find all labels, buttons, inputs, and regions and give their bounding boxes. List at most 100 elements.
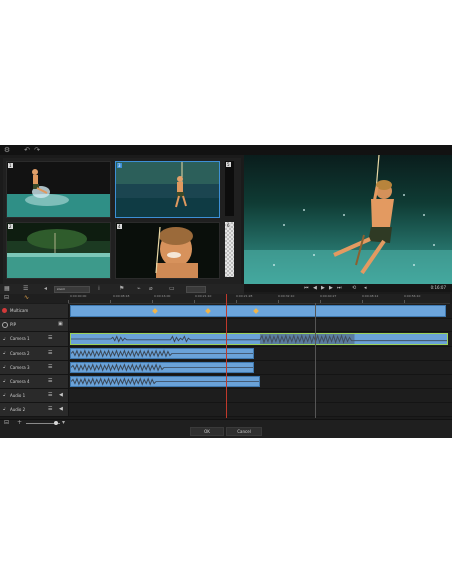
track-audio-2-header: 🔓︎ Audio 2 ☰ ◀ <box>0 403 69 416</box>
track-menu-icon[interactable]: ☰ <box>48 393 55 398</box>
lock-icon[interactable]: 🔓︎ <box>3 337 7 341</box>
track-multicam-name: Multicam <box>10 308 29 313</box>
switch-marker[interactable] <box>152 308 158 314</box>
camera-1-preview[interactable]: 1 <box>6 161 111 218</box>
skip-end-icon[interactable]: ⏭ <box>337 284 342 292</box>
track-pip-header: PIP ▣ <box>0 319 69 331</box>
timeline-toolbar: ▦ ☰ ◂ zoom ⁞ ⚑ ⌁ ⌀ ▭ <box>0 284 244 294</box>
ruler-tick <box>362 300 363 303</box>
track-camera-3-header: 🔓︎ Camera 3 ☰ <box>0 361 69 374</box>
lock-icon[interactable]: 🔓︎ <box>3 351 7 355</box>
camera-3-number: 3 <box>117 163 122 168</box>
skip-start-icon[interactable]: ⏮ <box>304 284 309 292</box>
hover-line <box>315 303 316 418</box>
camera-4-number: 4 <box>117 224 122 229</box>
lock-icon[interactable]: 🔓︎ <box>3 379 7 383</box>
track-menu-icon[interactable]: ☰ <box>48 379 55 384</box>
ruler-label: 0:00:00:00 <box>70 294 87 298</box>
ruler-label: 0:00:21:28 <box>236 294 253 298</box>
zoom-select[interactable]: zoom <box>54 286 90 293</box>
unlink-icon[interactable]: ⌀ <box>149 285 153 293</box>
lock-icon[interactable]: 🔓︎ <box>3 407 7 411</box>
program-image <box>244 155 452 292</box>
camera-4-clip[interactable] <box>70 376 260 387</box>
camera-1-clip[interactable] <box>70 333 448 345</box>
step-back-icon[interactable]: ◀ <box>313 284 317 292</box>
undo-icon[interactable]: ↶ <box>23 146 31 154</box>
ruler-tick <box>110 300 111 303</box>
bottom-bar: ⊟ + ▾ OK Cancel <box>0 419 452 438</box>
multicam-editor-window: ⚙ ↶ ↷ 1 3 5 2 4 6 ⏮ ◀ ▶ ▶ ⏭ ⟲ ◂ 0:16:07 … <box>0 145 452 438</box>
track-menu-icon[interactable]: ☰ <box>48 407 55 412</box>
track-camera-4-header: 🔓︎ Camera 4 ☰ <box>0 375 69 388</box>
track-menu-icon[interactable]: ☰ <box>48 336 55 341</box>
ruler-tick <box>194 300 195 303</box>
grid-view-icon[interactable]: ▦ <box>4 285 10 293</box>
track-audio-1-name: Audio 1 <box>10 393 26 398</box>
ruler-label: 0:00:32:10 <box>278 294 295 298</box>
multicam-clip[interactable] <box>70 305 446 317</box>
ruler-label: 0:00:48:12 <box>362 294 379 298</box>
speaker-icon[interactable]: ◀ <box>59 393 66 398</box>
transport-bar: ⏮ ◀ ▶ ▶ ⏭ ⟲ ◂ 0:16:07 <box>244 284 452 292</box>
extra-select[interactable] <box>186 286 206 293</box>
top-toolbar: ⚙ ↶ ↷ <box>0 145 452 155</box>
track-menu-icon[interactable]: ☰ <box>48 351 55 356</box>
camera-2-preview[interactable]: 2 <box>6 222 111 279</box>
camera-5-slot[interactable]: 5 <box>225 161 234 216</box>
gear-icon[interactable]: ⚙ <box>3 146 11 154</box>
camera-5-number: 5 <box>226 162 231 167</box>
playhead[interactable] <box>226 294 227 418</box>
zoom-dropdown-icon[interactable]: ▾ <box>62 419 65 427</box>
time-ruler[interactable]: 0:00:00:00 0:00:08:18 0:00:16:00 0:00:21… <box>68 294 450 304</box>
camera-3-image <box>116 162 219 217</box>
camera-2-number: 2 <box>8 224 13 229</box>
zoom-slider-knob[interactable] <box>54 421 58 425</box>
camera-1-waveform <box>71 334 447 344</box>
camera-6-slot[interactable]: 6 <box>225 222 234 277</box>
ruler-tick <box>68 300 69 303</box>
track-camera-1-name: Camera 1 <box>10 336 30 341</box>
switch-marker[interactable] <box>205 308 211 314</box>
track-camera-2-name: Camera 2 <box>10 351 30 356</box>
program-monitor <box>244 155 452 292</box>
list-view-icon[interactable]: ☰ <box>23 285 28 293</box>
record-off-icon[interactable] <box>2 322 8 328</box>
camera-4-preview[interactable]: 4 <box>115 222 220 279</box>
track-menu-icon[interactable]: ☰ <box>48 365 55 370</box>
speaker-icon[interactable]: ◂ <box>44 285 47 293</box>
ruler-label: 0:00:40:27 <box>320 294 337 298</box>
lock-icon[interactable]: 🔓︎ <box>3 393 7 397</box>
ok-button[interactable]: OK <box>190 427 224 436</box>
play-icon[interactable]: ▶ <box>321 284 325 292</box>
volume-icon[interactable]: ◂ <box>364 284 367 292</box>
track-camera-2-header: 🔓︎ Camera 2 ☰ <box>0 347 69 360</box>
camera-1-image <box>7 162 110 217</box>
camera-4-image <box>116 223 219 278</box>
waveform-icon[interactable]: ∿ <box>24 294 29 302</box>
cancel-button[interactable]: Cancel <box>226 427 262 436</box>
lock-icon[interactable]: 🔓︎ <box>3 365 7 369</box>
switch-marker[interactable] <box>253 308 259 314</box>
storage-icon[interactable]: ⊟ <box>4 419 9 427</box>
link-icon[interactable]: ⌁ <box>137 285 141 293</box>
camera-1-number: 1 <box>8 163 13 168</box>
snap-icon[interactable]: ▭ <box>169 285 175 293</box>
speaker-icon[interactable]: ◀ <box>59 407 66 412</box>
track-settings-icon[interactable]: ⊟ <box>4 294 9 302</box>
timecode-display: 0:16:07 <box>430 285 446 290</box>
loop-icon[interactable]: ⟲ <box>352 284 356 292</box>
marker-icon[interactable]: ⚑ <box>119 285 124 293</box>
ruler-header: ⊟ ∿ <box>0 294 68 303</box>
ruler-tick <box>278 300 279 303</box>
track-pip-name: PIP <box>10 322 17 327</box>
camera-3-preview[interactable]: 3 <box>115 161 220 218</box>
step-forward-icon[interactable]: ▶ <box>329 284 333 292</box>
source-monitors: 1 3 5 2 4 6 <box>3 158 241 292</box>
record-icon[interactable] <box>2 308 7 313</box>
redo-icon[interactable]: ↷ <box>33 146 41 154</box>
ruler-label: 0:00:16:00 <box>154 294 171 298</box>
zoom-in-icon[interactable]: + <box>17 419 22 427</box>
pip-settings-icon[interactable]: ▣ <box>58 322 65 327</box>
split-icon[interactable]: ⁞ <box>98 285 100 293</box>
